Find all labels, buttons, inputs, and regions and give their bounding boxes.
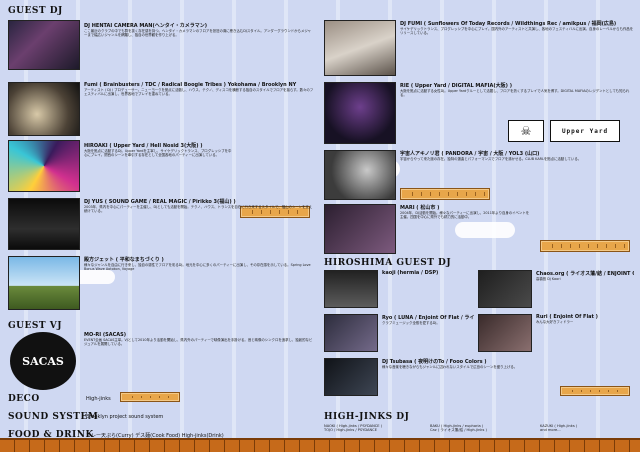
dj-entry: DJ FUMI ( Sunflowers Of Today Records / …: [400, 20, 634, 79]
ground-bricks: [0, 438, 640, 452]
dj-entry: Chaos.org ( ライオス藩/結 / ENJOINT OF FLAT / …: [536, 270, 634, 297]
deco-heading: DECO: [8, 394, 40, 404]
dj-entry: 宇宙人アキノリ君 ( PANDORA / 宇宙 / 大阪 / YOL3 (山口)…: [400, 150, 634, 187]
sacas-logo-text: SACAS: [22, 354, 64, 368]
dj-name: Ryo ( LUNA / Enjoint Of Flat / ライオス藩/結 ): [382, 315, 474, 321]
brick-block: [400, 188, 490, 200]
brick-block: [540, 240, 630, 252]
dj-entry: HIROAKI ( Upper Yard / Hell Nosid 3(大阪) …: [84, 142, 234, 195]
dj-photo: [478, 314, 532, 352]
hiroshima-guest-dj-heading: HIROSHIMA GUEST DJ: [324, 258, 452, 268]
dj-photo: [8, 20, 80, 70]
dj-bio: 大阪を拠点に活動する女性DJ。Upper Yardクルーとして活躍し、フロアを熱…: [400, 89, 630, 98]
high-jinks-detail: and more...: [540, 428, 561, 433]
brick-block: [560, 386, 630, 396]
dj-name: DJ FUMI ( Sunflowers Of Today Records / …: [400, 21, 617, 27]
high-jinks-detail: TOJO / High-jinks / PSYDANCE: [324, 428, 377, 433]
dj-entry: DJ YUS ( SOUND GAME / REAL MAGIC / Pirik…: [84, 198, 314, 253]
upper-yard-logo: Upper Yard: [550, 120, 620, 142]
dj-photo: [8, 140, 80, 192]
dj-photo: [324, 358, 378, 396]
dj-name: DJ YUS ( SOUND GAME / REAL MAGIC / Pirik…: [84, 199, 236, 205]
dj-photo: [324, 204, 396, 254]
brick-block: [120, 392, 180, 402]
dj-photo: [8, 82, 80, 136]
dj-bio: 2003年、県内を中心にパーティーを主催し、DJとしても活動を開始。テクノ、ハウ…: [84, 205, 313, 214]
dj-entry: MARI ( 松山市 ) 2004年、DJ活動を開始。様々なパーティーに出演し、…: [400, 204, 530, 233]
dj-photo: [8, 198, 80, 250]
dj-bio: サイケデリックトランス、プログレッシブを中心にプレイ。国内外のアーティストと共演…: [400, 27, 634, 36]
vj-bio: EVENT企画 SACAS主宰。VJとして2010年より活動を開始し、県内外のパ…: [84, 338, 313, 347]
skull-logo: ☠: [508, 120, 544, 142]
guest-vj-heading: GUEST VJ: [8, 321, 62, 331]
dj-bio: 宇宙からやって来た謎の存在。独特の選曲とパフォーマンスでフロアを沸かせる。CLU…: [400, 157, 582, 161]
dj-entry: DJ HENTAI CAMERA MAN(ヘンタイ・カメラマン) ここ最近のクラ…: [84, 22, 314, 69]
dj-entry: RIE ( Upper Yard / DIGITAL MAFIA(大阪) ) 大…: [400, 82, 634, 121]
dj-photo: [478, 270, 532, 308]
dj-bio: みんな大好きフィドラー: [536, 320, 574, 324]
dj-bio: 様々な音楽を聴きながらもジャンルに囚われないスタイルで広島のシーンを盛り上げる。: [382, 365, 518, 369]
dj-bio: 様々なジャンルを自由に行き来し、独自の感性でフロアを彩るDJ。地元を中心に多くの…: [84, 263, 311, 272]
dj-name: 宇宙人アキノリ君 ( PANDORA / 宇宙 / 大阪 / YOL3 (山口): [400, 151, 540, 157]
dj-photo: [324, 20, 396, 76]
high-jinks-detail: Caz ( ライオス藩/結 / High-jinks ): [430, 428, 487, 433]
dj-bio: ここ最近のクラブの中でも群を抜く存在感を持つ。ヘンタイ・カメラマンのフロアを熱狂…: [84, 29, 311, 38]
dj-bio: クラブミュージック全般を愛するDJ。: [382, 321, 440, 325]
dj-photo: [324, 314, 378, 352]
dj-bio: 2004年、DJ活動を開始。様々なパーティーに出演し、2011年より自身のイベン…: [400, 211, 530, 220]
upper-yard-logo-text: Upper Yard: [561, 127, 609, 135]
sound-system-value: Brooklyn project sound system: [86, 414, 164, 420]
guest-dj-heading: GUEST DJ: [8, 6, 63, 16]
dj-photo: [324, 82, 396, 144]
high-jinks-entry: KAZUKI ( High-jinks ) and more...: [540, 424, 636, 433]
high-jinks-dj-heading: HIGH-JINKS DJ: [324, 412, 410, 422]
skull-icon: ☠: [520, 124, 532, 138]
vj-entry: MO-RI (SACAS) EVENT企画 SACAS主宰。VJとして2010年…: [84, 332, 314, 386]
dj-entry: Fumi ( Brainbusters / TDC / Radical Boog…: [84, 82, 314, 138]
dj-bio: 大阪を拠点に活動するDJ。Upper Yardを主宰し、サイケデリックトランス、…: [84, 149, 232, 158]
dj-name: HIROAKI ( Upper Yard / Hell Nosid 3(大阪) …: [84, 143, 203, 149]
dj-name: DJ Tsubasa ( 夜明けのTo / Fooo Colors ): [382, 359, 487, 365]
dj-name: RIE ( Upper Yard / DIGITAL MAFIA(大阪) ): [400, 83, 512, 89]
dj-entry: kaoji (hermia / DSP): [382, 270, 474, 276]
high-jinks-entry: NAOKI ( High-jinks / PSYDANCE ) TOJO / H…: [324, 424, 424, 433]
sound-system-heading: SOUND SYSTEM: [8, 412, 99, 422]
dj-photo: [324, 150, 396, 200]
deco-value: High-jinks: [86, 396, 111, 402]
dj-name: DJ HENTAI CAMERA MAN(ヘンタイ・カメラマン): [84, 23, 208, 29]
dj-name: 殿方ジェット ( 平和なまちづくり ): [84, 257, 164, 263]
dj-photo: [324, 270, 378, 308]
dj-name: Chaos.org ( ライオス藩/結 / ENJOINT OF FLAT / …: [536, 271, 634, 277]
dj-name: kaoji (hermia / DSP): [382, 270, 439, 276]
dj-entry: 殿方ジェット ( 平和なまちづくり ) 様々なジャンルを自由に行き来し、独自の感…: [84, 256, 314, 313]
dj-entry: DJ Tsubasa ( 夜明けのTo / Fooo Colors ) 様々な音…: [382, 358, 634, 385]
dj-photo: [8, 256, 80, 310]
dj-name: MARI ( 松山市 ): [400, 205, 440, 211]
dj-entry: Ruri ( Enjoint Of Flat ) みんな大好きフィドラー: [536, 314, 634, 340]
dj-bio: 高橋悠 Dj Kaori: [536, 277, 561, 281]
dj-bio: アーティスト / DJ / プロデューサー。ニューヨークを拠点に活動し、ハウス、…: [84, 88, 314, 97]
dj-entry: Ryo ( LUNA / Enjoint Of Flat / ライオス藩/結 )…: [382, 314, 474, 341]
sacas-logo: SACAS: [10, 332, 76, 390]
high-jinks-entry: BAKU ( High-jinks / euphoria ) Caz ( ライオ…: [430, 424, 530, 433]
